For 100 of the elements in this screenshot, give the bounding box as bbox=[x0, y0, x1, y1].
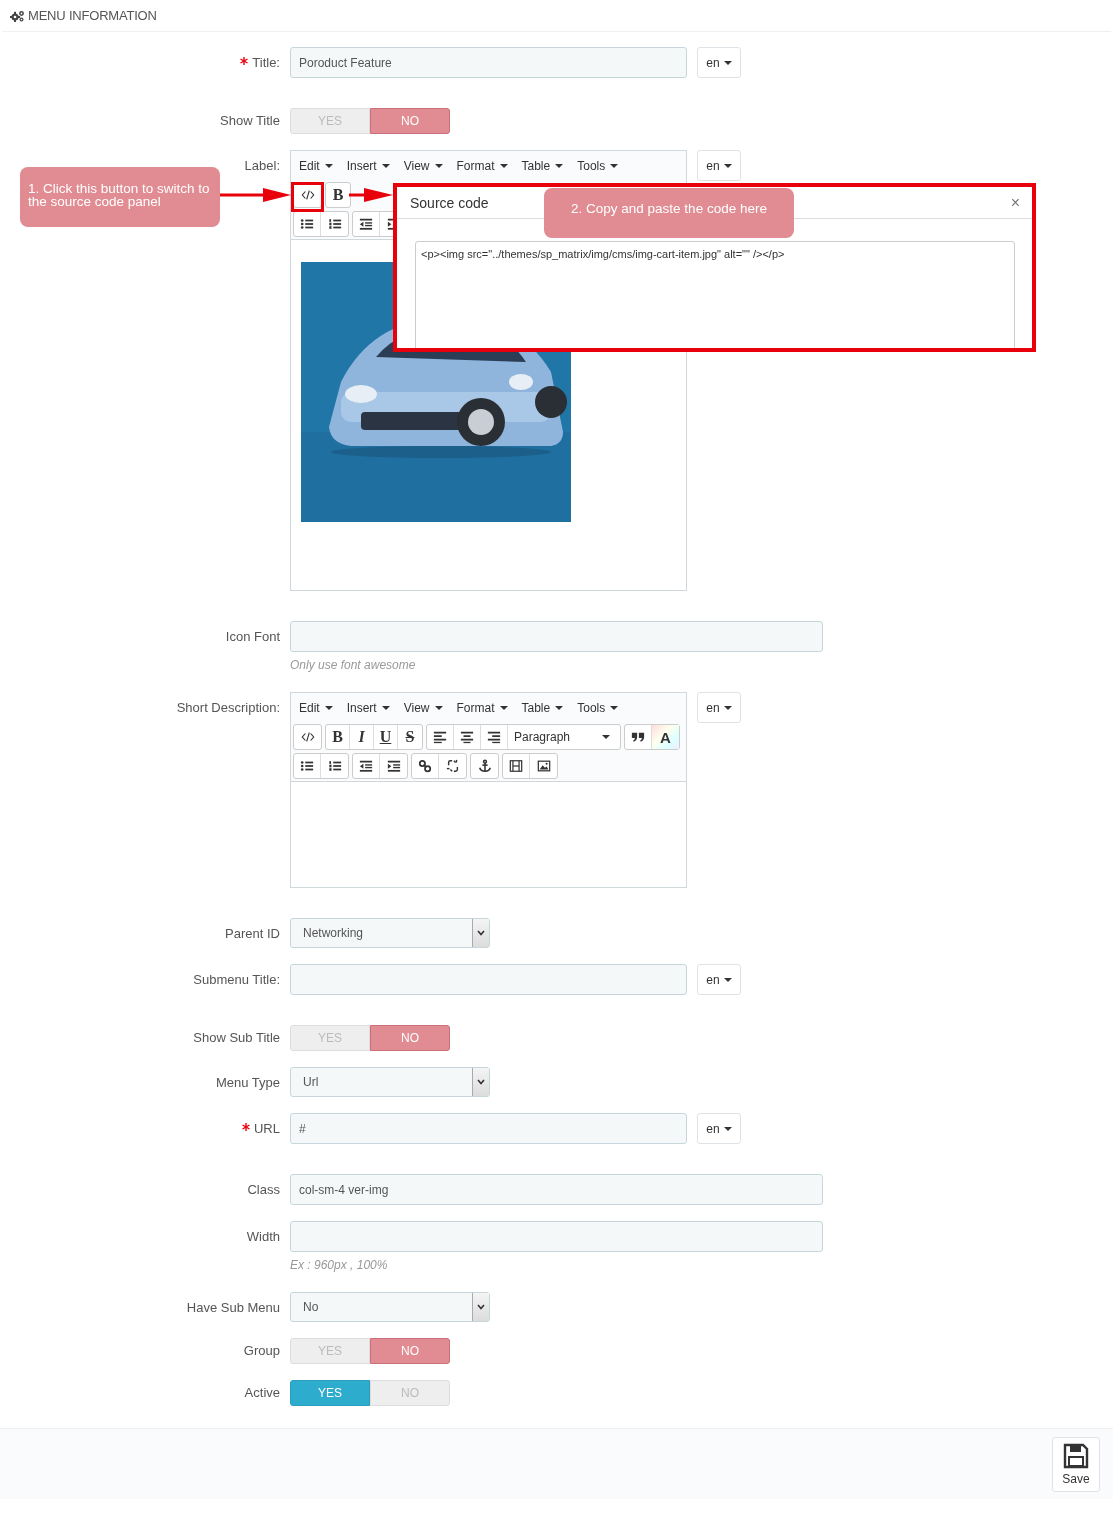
image-icon bbox=[536, 759, 551, 773]
source-code-icon bbox=[300, 188, 315, 202]
caret-icon bbox=[610, 706, 619, 710]
field-label: Title: bbox=[252, 55, 280, 70]
bold-button[interactable]: B bbox=[326, 183, 350, 207]
field-label: Icon Font bbox=[225, 629, 280, 644]
dropdown[interactable]: Networking bbox=[290, 918, 490, 948]
bold-button[interactable]: B bbox=[326, 725, 350, 749]
field-label: Class bbox=[247, 1182, 280, 1197]
save-button[interactable]: Save bbox=[1052, 1436, 1100, 1492]
menu-item[interactable]: View bbox=[403, 159, 443, 173]
field-label: Group bbox=[243, 1343, 280, 1358]
caret-icon bbox=[434, 706, 443, 710]
caret-icon bbox=[723, 705, 732, 710]
caret-icon bbox=[499, 706, 508, 710]
align-center-icon bbox=[460, 730, 474, 744]
caret-icon bbox=[434, 164, 443, 168]
menu-item[interactable]: Format bbox=[456, 701, 508, 715]
field-label: Width bbox=[246, 1229, 280, 1244]
chevron-down-icon bbox=[477, 1079, 485, 1085]
language-dropdown[interactable]: en bbox=[697, 47, 741, 78]
dropdown[interactable]: No bbox=[290, 1292, 490, 1322]
caret-icon bbox=[555, 164, 564, 168]
field-label: Show Sub Title bbox=[193, 1030, 280, 1045]
required-icon bbox=[242, 1123, 250, 1131]
text-field[interactable]: Poroduct Feature bbox=[290, 47, 687, 78]
caret-icon bbox=[610, 164, 619, 168]
language-dropdown[interactable]: en bbox=[697, 1113, 741, 1144]
menu-item[interactable]: Insert bbox=[346, 701, 390, 715]
menu-item[interactable]: Edit bbox=[299, 159, 333, 173]
text-color-button[interactable]: A bbox=[652, 725, 679, 749]
caret-icon bbox=[324, 164, 333, 168]
language-dropdown[interactable]: en bbox=[697, 692, 741, 723]
strikethrough-button[interactable]: S bbox=[398, 725, 422, 749]
language-dropdown[interactable]: en bbox=[697, 964, 741, 995]
highlight-frame bbox=[291, 182, 324, 212]
menu-item[interactable]: Table bbox=[521, 159, 564, 173]
field-label: Have Sub Menu bbox=[186, 1300, 280, 1315]
help-text: Only use font awesome bbox=[290, 658, 416, 672]
section-title: MENU INFORMATION bbox=[28, 8, 157, 23]
align-right-icon bbox=[487, 730, 501, 744]
text-field[interactable] bbox=[290, 1221, 823, 1252]
arrow bbox=[349, 187, 393, 203]
field-label: URL bbox=[254, 1121, 280, 1136]
language-dropdown[interactable]: en bbox=[697, 150, 741, 181]
menu-item[interactable]: Tools bbox=[577, 159, 619, 173]
indent-icon bbox=[386, 759, 401, 773]
field-label: Active bbox=[244, 1385, 280, 1400]
menu-item[interactable]: Table bbox=[521, 701, 564, 715]
italic-button[interactable]: I bbox=[350, 725, 374, 749]
menu-item[interactable]: Format bbox=[456, 159, 508, 173]
required-icon bbox=[240, 57, 249, 65]
code-field[interactable]: <p><img src="../themes/sp_matrix/img/cms/img-cart-item.jpg" alt="" /></p> bbox=[415, 241, 1015, 348]
quote-icon bbox=[631, 730, 645, 744]
text-field[interactable] bbox=[290, 964, 687, 995]
film-icon bbox=[509, 759, 523, 773]
bullet-list-icon bbox=[300, 217, 314, 231]
underline-button[interactable]: U bbox=[374, 725, 398, 749]
source-code-icon bbox=[300, 730, 315, 744]
anchor-icon bbox=[477, 759, 492, 773]
caret-icon bbox=[499, 164, 508, 168]
caret-icon bbox=[723, 1126, 732, 1131]
chevron-down-icon bbox=[477, 1304, 485, 1310]
menu-item[interactable]: Edit bbox=[299, 701, 333, 715]
text-field[interactable] bbox=[290, 621, 823, 652]
dropdown[interactable]: Url bbox=[290, 1067, 490, 1097]
menu-item[interactable]: Insert bbox=[346, 159, 390, 173]
field-label: Label: bbox=[244, 158, 280, 173]
callout-note: 1. Click this button to switch to the source code panel bbox=[20, 167, 220, 227]
field-label: Menu Type bbox=[215, 1075, 280, 1090]
caret-icon bbox=[555, 706, 564, 710]
outdent-icon bbox=[359, 759, 373, 773]
close-button[interactable]: × bbox=[1010, 193, 1020, 212]
caret-icon bbox=[602, 735, 610, 739]
dialog-title: Source code bbox=[410, 194, 489, 211]
numbered-list-icon bbox=[327, 759, 342, 773]
callout-note: 2. Copy and paste the code here bbox=[544, 188, 794, 238]
numbered-list-icon bbox=[327, 217, 342, 231]
arrow bbox=[219, 187, 291, 203]
bullet-list-icon bbox=[300, 759, 314, 773]
gears-icon bbox=[10, 9, 25, 22]
caret-icon bbox=[723, 977, 732, 982]
caret-icon bbox=[324, 706, 333, 710]
unlink-icon bbox=[445, 759, 460, 773]
field-label: Submenu Title: bbox=[193, 972, 280, 987]
text-field[interactable]: col-sm-4 ver-img bbox=[290, 1174, 823, 1205]
text-field[interactable]: # bbox=[290, 1113, 687, 1144]
menu-item[interactable]: View bbox=[403, 701, 443, 715]
help-text: Ex : 960px , 100% bbox=[290, 1258, 388, 1272]
field-label: Show Title bbox=[220, 113, 280, 128]
caret-icon bbox=[723, 60, 732, 65]
align-left-icon bbox=[433, 730, 447, 744]
link-icon bbox=[418, 759, 432, 773]
caret-icon bbox=[381, 164, 390, 168]
menu-item[interactable]: Tools bbox=[577, 701, 619, 715]
caret-icon bbox=[381, 706, 390, 710]
chevron-down-icon bbox=[477, 930, 485, 936]
outdent-icon bbox=[359, 217, 373, 231]
field-label: Short Description: bbox=[176, 700, 280, 715]
rich-text-editor[interactable]: Edit Insert View Format Table Tools B I U S Paragraph A bbox=[290, 692, 687, 888]
